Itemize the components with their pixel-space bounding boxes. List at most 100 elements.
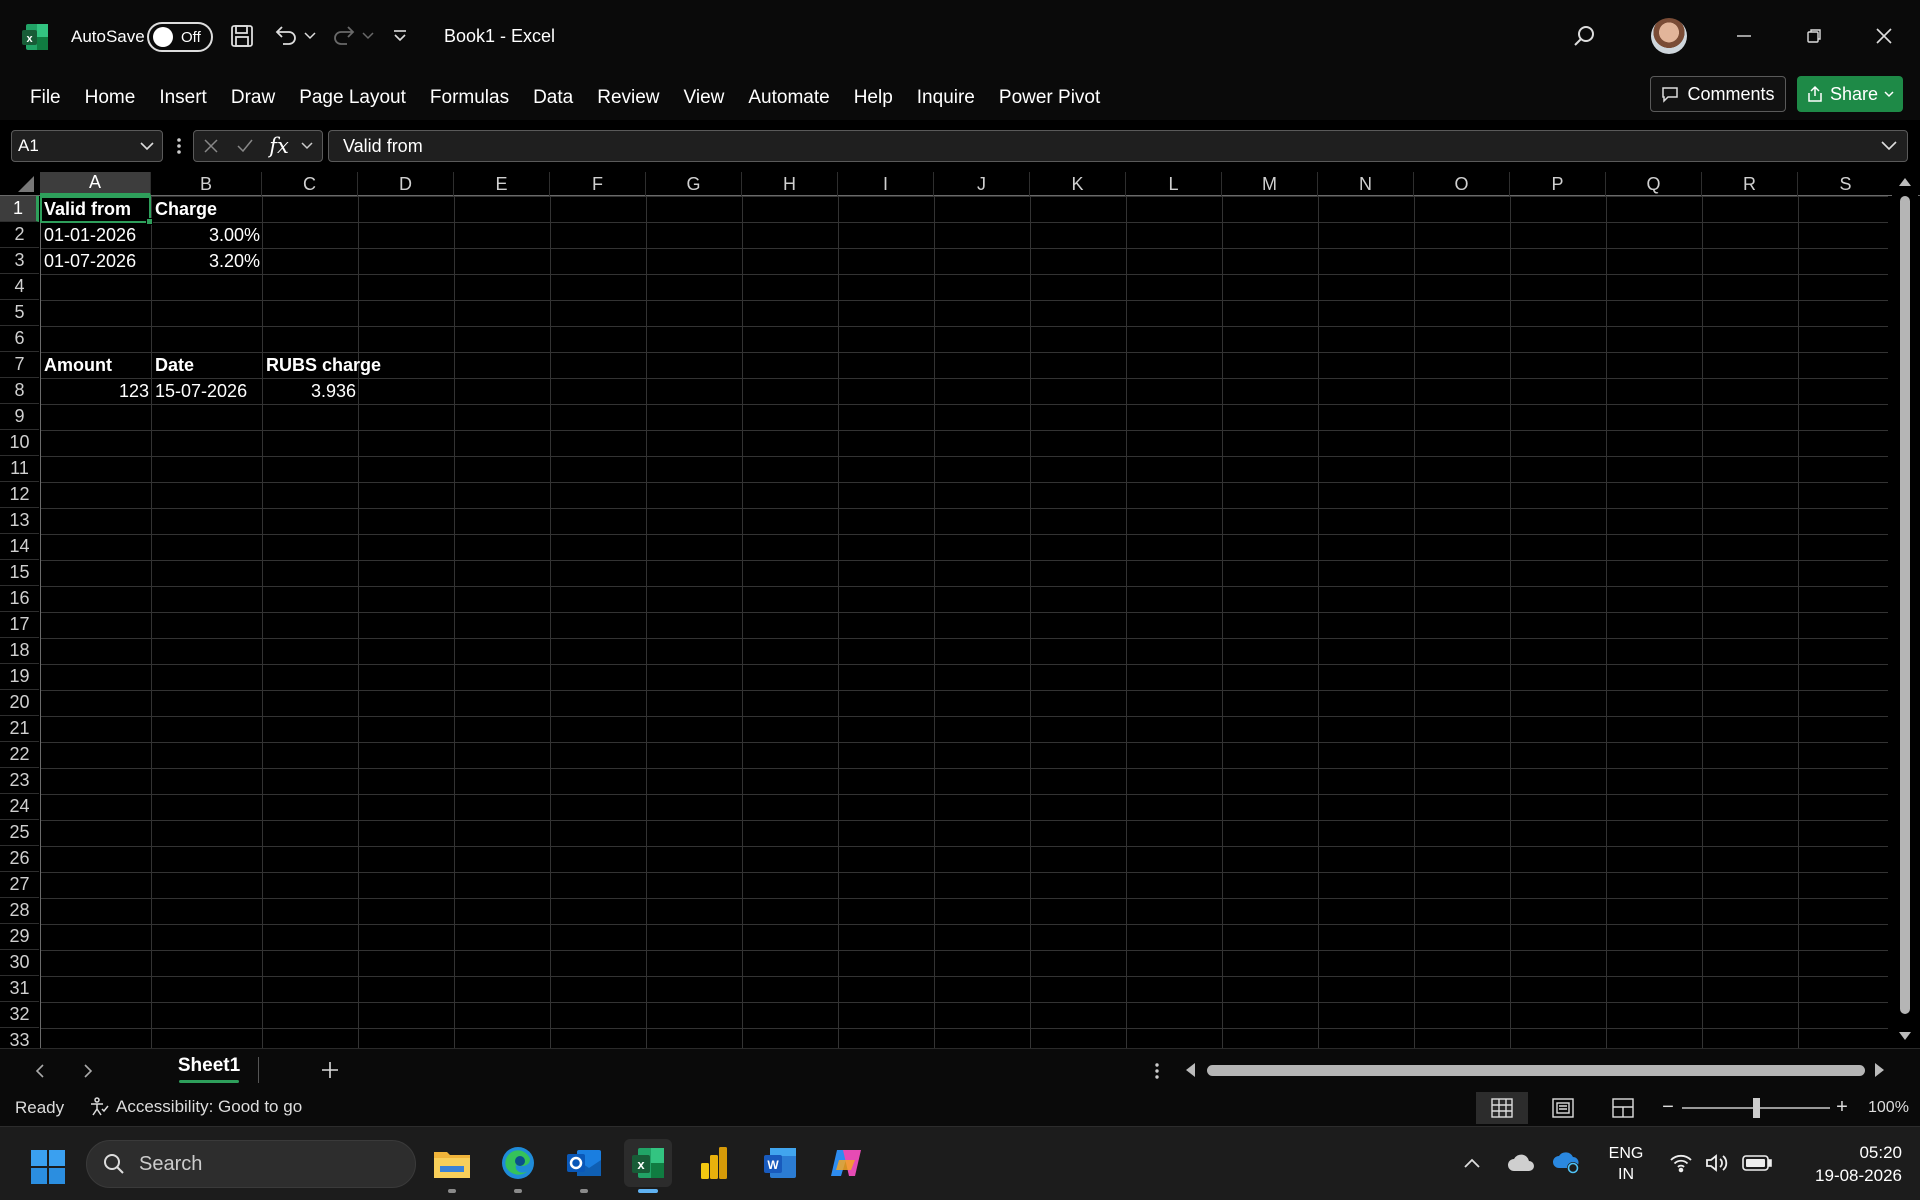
show-hidden-icons-chevron[interactable] [1460, 1151, 1484, 1175]
row-header-25[interactable]: 25 [0, 820, 39, 846]
file-explorer-icon[interactable] [428, 1139, 476, 1193]
column-header-i[interactable]: I [838, 172, 934, 196]
windows-start-icon[interactable] [28, 1147, 68, 1187]
redo-icon[interactable] [328, 20, 360, 52]
row-header-18[interactable]: 18 [0, 638, 39, 664]
row-header-27[interactable]: 27 [0, 872, 39, 898]
column-header-l[interactable]: L [1126, 172, 1222, 196]
row-header-14[interactable]: 14 [0, 534, 39, 560]
row-header-31[interactable]: 31 [0, 976, 39, 1002]
row-header-24[interactable]: 24 [0, 794, 39, 820]
row-header-5[interactable]: 5 [0, 300, 39, 326]
row-header-21[interactable]: 21 [0, 716, 39, 742]
column-header-k[interactable]: K [1030, 172, 1126, 196]
column-header-e[interactable]: E [454, 172, 550, 196]
chevron-down-icon[interactable] [138, 137, 156, 155]
column-header-m[interactable]: M [1222, 172, 1318, 196]
scroll-up-arrow[interactable] [1899, 178, 1911, 186]
tab-help[interactable]: Help [842, 82, 905, 114]
tab-power-pivot[interactable]: Power Pivot [987, 82, 1112, 114]
tab-data[interactable]: Data [521, 82, 585, 114]
row-header-8[interactable]: 8 [0, 378, 39, 404]
horizontal-scroll-thumb[interactable] [1207, 1065, 1865, 1076]
row-header-22[interactable]: 22 [0, 742, 39, 768]
row-header-7[interactable]: 7 [0, 352, 39, 378]
excel-app-icon[interactable]: x [20, 22, 50, 52]
row-header-29[interactable]: 29 [0, 924, 39, 950]
chevron-down-icon[interactable] [360, 26, 376, 46]
cell-area[interactable]: Valid from Charge 01-01-2026 3.00% 01-07-202… [40, 196, 1895, 1048]
normal-view-button[interactable] [1476, 1092, 1528, 1124]
row-header-32[interactable]: 32 [0, 1002, 39, 1028]
zoom-slider-thumb[interactable] [1753, 1098, 1760, 1118]
column-header-b[interactable]: B [151, 172, 262, 196]
scroll-down-arrow[interactable] [1899, 1032, 1911, 1040]
column-header-g[interactable]: G [646, 172, 742, 196]
minimize-button[interactable] [1720, 18, 1768, 54]
column-header-d[interactable]: D [358, 172, 454, 196]
tab-inquire[interactable]: Inquire [905, 82, 987, 114]
insert-function-icon[interactable]: fx [262, 131, 296, 161]
wifi-icon[interactable] [1668, 1151, 1694, 1175]
more-options-icon[interactable] [172, 132, 186, 160]
zoom-level[interactable]: 100% [1868, 1099, 1909, 1117]
column-header-s[interactable]: S [1798, 172, 1894, 196]
close-button[interactable] [1860, 18, 1908, 54]
outlook-icon[interactable] [560, 1139, 608, 1193]
battery-icon[interactable] [1742, 1153, 1772, 1173]
zoom-out-button[interactable]: − [1660, 1096, 1676, 1118]
autosave-toggle[interactable]: Off [147, 22, 213, 52]
tab-formulas[interactable]: Formulas [418, 82, 521, 114]
row-header-23[interactable]: 23 [0, 768, 39, 794]
zoom-in-button[interactable]: + [1834, 1096, 1850, 1118]
row-header-11[interactable]: 11 [0, 456, 39, 482]
row-header-9[interactable]: 9 [0, 404, 39, 430]
save-icon[interactable] [226, 20, 258, 52]
onedrive-cloud-icon[interactable] [1506, 1151, 1536, 1175]
column-header-r[interactable]: R [1702, 172, 1798, 196]
tab-home[interactable]: Home [73, 82, 148, 114]
chevron-down-icon[interactable] [296, 131, 318, 161]
add-sheet-icon[interactable] [316, 1057, 344, 1083]
input-language[interactable]: ENG IN [1598, 1141, 1654, 1187]
tab-view[interactable]: View [672, 82, 737, 114]
enter-check-icon[interactable] [228, 131, 262, 161]
row-header-4[interactable]: 4 [0, 274, 39, 300]
row-header-10[interactable]: 10 [0, 430, 39, 456]
page-layout-view-button[interactable] [1542, 1092, 1584, 1124]
row-header-28[interactable]: 28 [0, 898, 39, 924]
restore-button[interactable] [1790, 18, 1838, 54]
comments-button[interactable]: Comments [1650, 76, 1786, 112]
customize-toolbar-icon[interactable] [389, 24, 411, 48]
accessibility-status[interactable]: Accessibility: Good to go [88, 1096, 302, 1118]
column-header-p[interactable]: P [1510, 172, 1606, 196]
word-icon[interactable]: W [756, 1139, 804, 1187]
row-header-30[interactable]: 30 [0, 950, 39, 976]
sheet-tab-sheet1[interactable]: Sheet1 [166, 1051, 252, 1087]
copilot-icon[interactable] [822, 1139, 870, 1187]
taskbar-search[interactable]: Search [86, 1140, 416, 1188]
undo-icon[interactable] [270, 20, 302, 52]
column-header-j[interactable]: J [934, 172, 1030, 196]
row-header-16[interactable]: 16 [0, 586, 39, 612]
column-header-h[interactable]: H [742, 172, 838, 196]
scroll-left-arrow[interactable] [1186, 1063, 1195, 1077]
share-button[interactable]: Share [1797, 76, 1903, 112]
column-header-n[interactable]: N [1318, 172, 1414, 196]
excel-taskbar-icon[interactable]: x [624, 1139, 672, 1193]
column-header-f[interactable]: F [550, 172, 646, 196]
system-clock[interactable]: 05:20 19-08-2026 [1790, 1141, 1902, 1187]
column-header-a[interactable]: A [40, 172, 151, 196]
more-options-icon[interactable] [1150, 1059, 1164, 1083]
tab-file[interactable]: File [18, 82, 73, 114]
cell-a3[interactable]: 01-07-2026 [41, 248, 152, 274]
page-break-view-button[interactable] [1602, 1092, 1644, 1124]
edge-browser-icon[interactable] [494, 1139, 542, 1193]
select-all-corner[interactable] [0, 172, 40, 196]
row-header-1[interactable]: 1 [0, 196, 39, 222]
cell-b2[interactable]: 3.00% [152, 222, 263, 248]
row-header-15[interactable]: 15 [0, 560, 39, 586]
cell-b8[interactable]: 15-07-2026 [152, 378, 263, 404]
row-header-12[interactable]: 12 [0, 482, 39, 508]
row-header-33[interactable]: 33 [0, 1028, 39, 1048]
